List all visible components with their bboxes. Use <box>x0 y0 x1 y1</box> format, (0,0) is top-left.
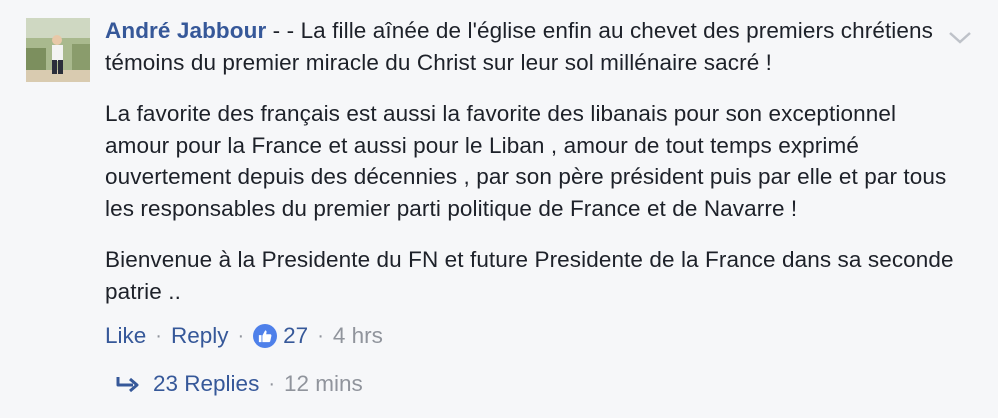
view-replies-link[interactable]: 23 Replies <box>153 369 259 399</box>
thumbs-up-icon[interactable] <box>253 324 278 348</box>
comment-timestamp[interactable]: 4 hrs <box>333 321 383 351</box>
replies-row: 23 Replies · 12 mins <box>105 369 363 399</box>
comment-body: André Jabbour - - La fille aînée de l'ég… <box>105 15 960 307</box>
chevron-down-icon[interactable] <box>945 28 975 48</box>
reply-link[interactable]: Reply <box>171 321 229 351</box>
separator: · <box>317 325 324 347</box>
separator: · <box>155 325 162 347</box>
like-link[interactable]: Like <box>105 321 146 351</box>
comment-paragraph-2: La favorite des français est aussi la fa… <box>105 101 947 221</box>
reply-arrow-icon <box>113 372 143 396</box>
separator: · <box>268 373 275 395</box>
separator: · <box>237 325 245 347</box>
avatar-image <box>26 18 90 82</box>
replies-timestamp: 12 mins <box>284 371 363 396</box>
comment-paragraph-1: André Jabbour - - La fille aînée de l'ég… <box>105 15 960 78</box>
avatar[interactable] <box>26 18 90 82</box>
reaction-count[interactable]: 27 <box>283 321 308 351</box>
comment-paragraph-3: Bienvenue à la Presidente du FN et futur… <box>105 247 954 304</box>
comment: André Jabbour - - La fille aînée de l'ég… <box>0 0 998 418</box>
author-name-link[interactable]: André Jabbour <box>105 18 266 43</box>
comment-actions: Like · Reply · 27 · 4 hrs <box>105 321 383 351</box>
